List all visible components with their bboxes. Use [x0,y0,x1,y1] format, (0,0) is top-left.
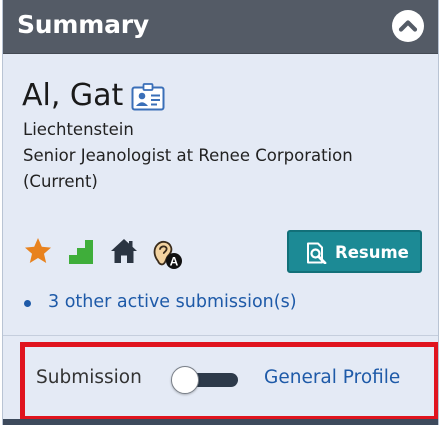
chevron-up-icon [398,20,418,32]
home-icon[interactable] [109,236,139,271]
toggle-label-general-profile[interactable]: General Profile [264,367,400,388]
panel-header: Summary [3,0,438,54]
candidate-position: Senior Jeanologist at Renee Corporation [23,146,353,165]
candidate-location: Liechtenstein [23,120,134,139]
contact-card-icon[interactable] [131,83,165,116]
toggle-label-submission[interactable]: Submission [36,367,142,388]
star-icon[interactable] [23,236,53,271]
resume-button[interactable]: Resume [287,230,422,273]
next-section-header [3,419,438,425]
panel-title: Summary [17,10,149,39]
view-toggle-switch[interactable] [171,366,241,394]
document-search-icon [304,242,328,269]
candidate-name: Al, Gat [22,78,124,113]
ear-icon[interactable]: A [149,236,185,277]
steps-icon[interactable] [67,236,95,271]
candidate-status: (Current) [23,172,98,191]
toggle-knob[interactable] [171,366,199,394]
collapse-button[interactable] [392,10,424,42]
bullet-dot [24,300,31,307]
resume-button-label: Resume [335,243,409,262]
other-submissions-link[interactable]: 3 other active submission(s) [48,292,297,312]
section-divider [3,335,438,336]
summary-panel: Summary Al, Gat Liechtenstein Senior Jea… [2,0,439,425]
ear-badge-label: A [170,255,179,269]
